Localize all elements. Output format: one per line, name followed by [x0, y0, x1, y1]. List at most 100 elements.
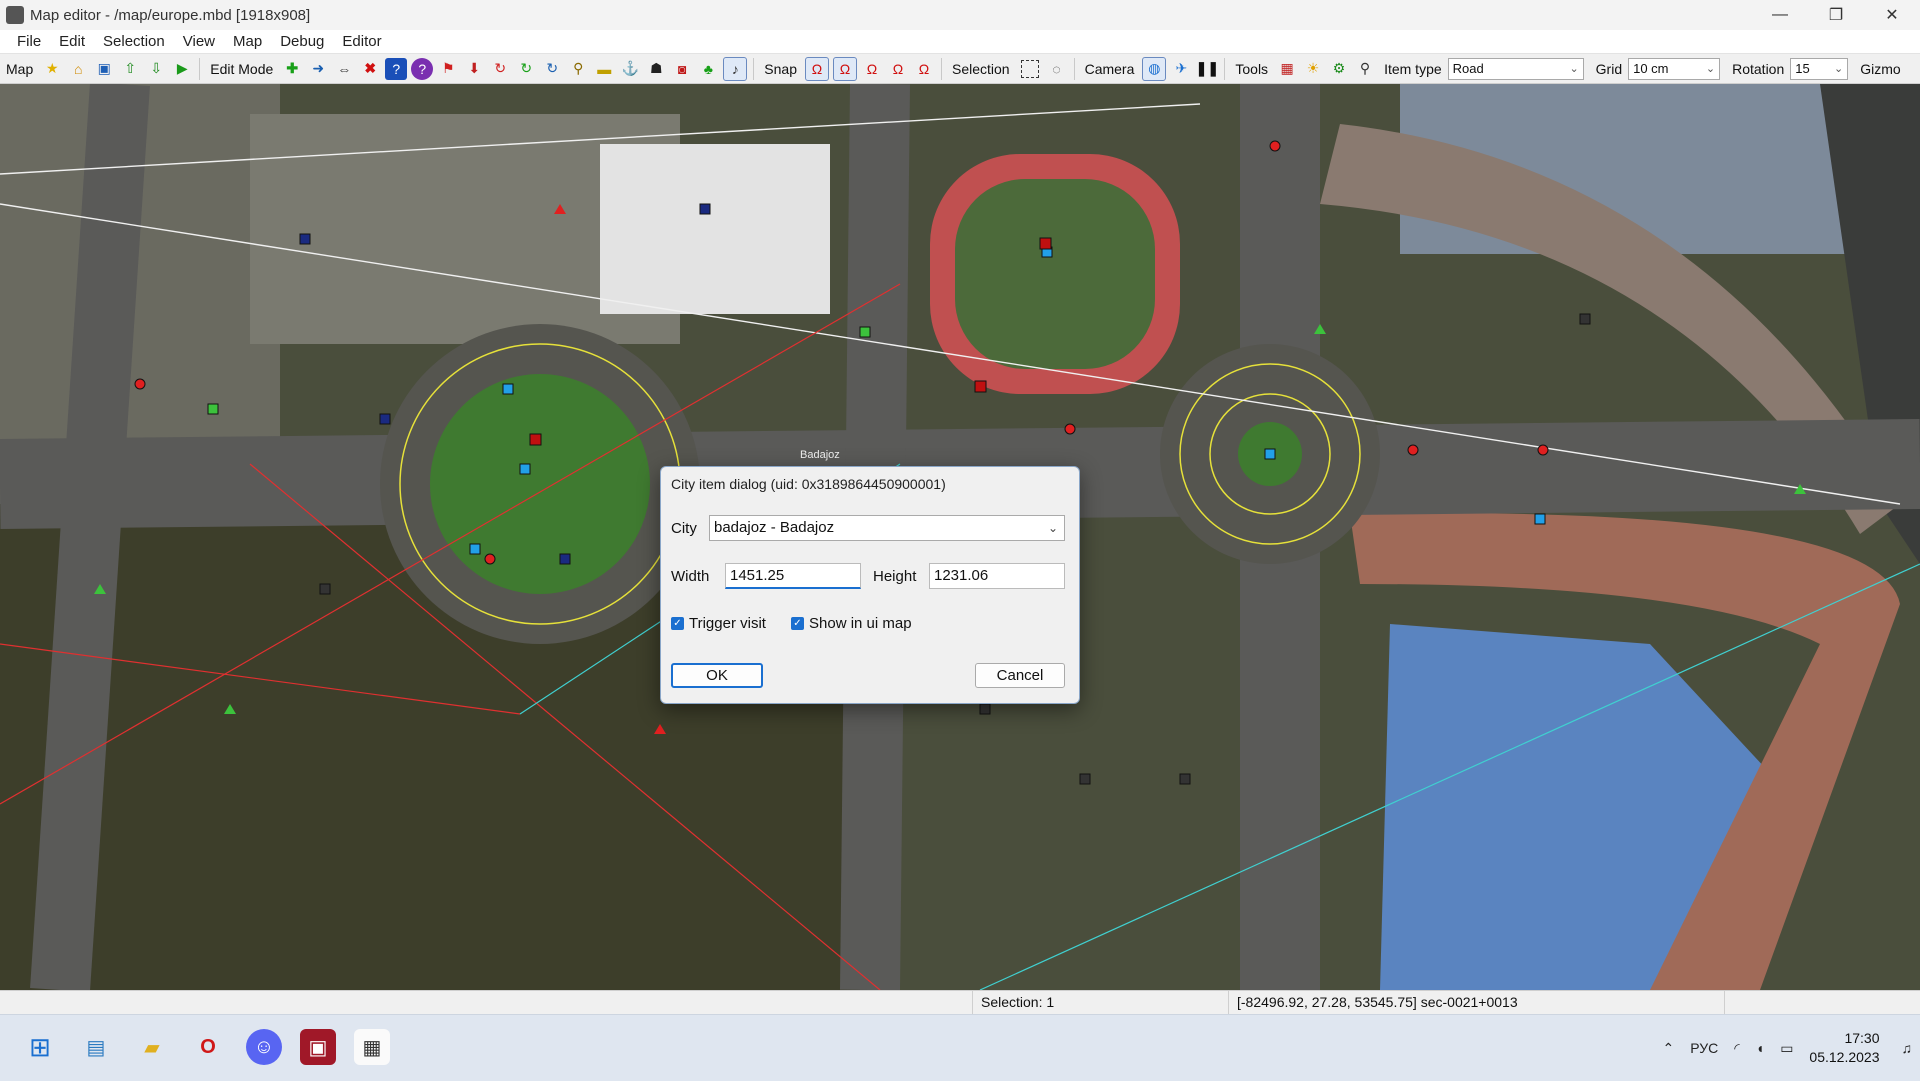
move-icon[interactable]: ⇔ [333, 58, 355, 80]
snap-2-icon[interactable]: Ω [832, 56, 857, 81]
folder-icon[interactable]: ▰ [134, 1029, 170, 1065]
save-icon[interactable]: ▣ [93, 58, 115, 80]
grid-label: Grid [1595, 60, 1623, 77]
arrow-right-icon[interactable]: ➜ [307, 58, 329, 80]
menu-selection[interactable]: Selection [94, 33, 174, 50]
menu-edit[interactable]: Edit [50, 33, 94, 50]
marker-icon[interactable]: ⬇ [463, 58, 485, 80]
anchor-icon[interactable]: ⚓ [619, 58, 641, 80]
title-bar: Map editor - /map/europe.mbd [1918x908] … [0, 0, 1920, 30]
menu-bar: File Edit Selection View Map Debug Edito… [0, 30, 1920, 54]
ok-button[interactable]: OK [671, 663, 763, 688]
language-indicator[interactable]: РУС [1690, 1040, 1718, 1056]
trigger-visit-checkbox[interactable]: ✓ Trigger visit [671, 615, 766, 632]
toolbar-divider [199, 57, 201, 80]
pin-icon[interactable]: ⚲ [567, 58, 589, 80]
edit-mode-label: Edit Mode [210, 60, 274, 77]
discord-icon[interactable]: ☺ [246, 1029, 282, 1065]
rotation-label: Rotation [1732, 60, 1785, 77]
menu-editor[interactable]: Editor [333, 33, 390, 50]
clock-date: 05.12.2023 [1809, 1049, 1880, 1065]
search-icon[interactable]: ⚲ [1354, 58, 1376, 80]
rotation-select[interactable]: 15 ⌄ [1790, 57, 1849, 80]
checkmark-icon: ✓ [671, 617, 684, 630]
sign-icon[interactable]: ▬ [593, 58, 615, 80]
tree-icon[interactable]: ♣ [697, 58, 719, 80]
toolbar-divider [940, 57, 942, 80]
status-empty [1724, 991, 1920, 1014]
chevron-down-icon: ⌄ [1705, 62, 1716, 75]
upload-icon[interactable]: ⇧ [119, 58, 141, 80]
house-icon[interactable]: ⌂ [67, 58, 89, 80]
width-field[interactable]: 1451.25 [725, 563, 861, 589]
start-icon[interactable]: ⊞ [22, 1029, 58, 1065]
flag-icon[interactable]: ⚑ [437, 58, 459, 80]
selection-label: Selection [951, 60, 1010, 77]
snap-5-icon[interactable]: Ω [913, 58, 935, 80]
grid-select[interactable]: 10 cm ⌄ [1628, 57, 1721, 80]
rotate-icon[interactable]: ↻ [489, 58, 511, 80]
status-coordinates: [-82496.92, 27.28, 53545.75] sec-0021+00… [1228, 991, 1727, 1014]
maximize-button[interactable]: ❐ [1808, 0, 1864, 30]
map-toolbar-label: Map [6, 60, 34, 77]
snap-1-icon[interactable]: Ω [804, 56, 829, 81]
close-button[interactable]: ✕ [1864, 0, 1920, 30]
transport-app-icon[interactable]: ▣ [300, 1029, 336, 1065]
menu-map[interactable]: Map [224, 33, 271, 50]
grid-value: 10 cm [1633, 61, 1669, 76]
menu-view[interactable]: View [174, 33, 224, 50]
window-title: Map editor - /map/europe.mbd [1918x908] [30, 6, 311, 24]
control-panel-icon[interactable]: ▤ [78, 1029, 114, 1065]
add-icon[interactable]: ✚ [281, 58, 303, 80]
download-icon[interactable]: ⇩ [145, 58, 167, 80]
lasso-icon[interactable]: ◌ [1046, 58, 1068, 80]
chevron-up-icon[interactable]: ⌃ [1663, 1040, 1675, 1057]
opera-icon[interactable]: O [190, 1029, 226, 1065]
delete-icon[interactable]: ✖ [359, 58, 381, 80]
notification-bell-icon[interactable]: ♫ [1902, 1040, 1913, 1056]
volume-icon[interactable]: ◖ [1756, 1040, 1764, 1056]
toolbar-divider [753, 57, 755, 80]
globe-icon[interactable]: ◍ [1142, 56, 1167, 81]
sound-icon[interactable]: ♪ [723, 56, 748, 81]
question-icon[interactable]: ? [411, 57, 434, 80]
track-field [955, 179, 1155, 369]
cancel-button[interactable]: Cancel [975, 663, 1065, 688]
bird-icon[interactable]: ✈ [1170, 58, 1192, 80]
minimize-button[interactable]: — [1752, 0, 1808, 30]
clock[interactable]: 17:30 05.12.2023 [1809, 1029, 1879, 1067]
palette-icon[interactable]: ▦ [1276, 58, 1298, 80]
dialog-title: City item dialog (uid: 0x318986445090000… [671, 476, 946, 492]
car-icon[interactable]: ◙ [671, 58, 693, 80]
map-editor-icon[interactable]: ▦ [354, 1029, 390, 1065]
pause-icon[interactable]: ❚❚ [1196, 58, 1219, 80]
snap-label: Snap [764, 60, 797, 77]
clock-time: 17:30 [1844, 1030, 1880, 1046]
help-icon[interactable]: ? [385, 57, 408, 80]
battery-icon[interactable]: ▭ [1780, 1040, 1793, 1057]
rect-select-icon[interactable] [1020, 59, 1039, 78]
tools-label: Tools [1235, 60, 1269, 77]
city-label: City [671, 520, 697, 537]
item-type-select[interactable]: Road ⌄ [1447, 57, 1584, 80]
refresh-icon[interactable]: ↻ [515, 58, 537, 80]
toolbar: Map ★ ⌂ ▣ ⇧ ⇩ ▶ Edit Mode ✚ ➜ ⇔ ✖ ? ? ⚑ … [0, 54, 1920, 84]
show-in-ui-map-checkbox[interactable]: ✓ Show in ui map [791, 615, 912, 632]
menu-debug[interactable]: Debug [271, 33, 333, 50]
chevron-down-icon: ⌄ [1569, 62, 1579, 75]
height-field[interactable]: 1231.06 [929, 563, 1065, 589]
height-label: Height [873, 568, 917, 585]
gear-icon[interactable]: ⚙ [1328, 58, 1350, 80]
people-icon[interactable]: ☗ [645, 58, 667, 80]
show-in-ui-map-label: Show in ui map [809, 615, 912, 632]
snap-3-icon[interactable]: Ω [861, 58, 883, 80]
snap-4-icon[interactable]: Ω [887, 58, 909, 80]
city-select[interactable]: badajoz - Badajoz ⌄ [709, 515, 1065, 541]
sun-icon[interactable]: ☀ [1302, 58, 1324, 80]
toolbar-divider [1224, 57, 1226, 80]
wifi-icon[interactable]: ◜ [1734, 1040, 1739, 1057]
play-icon[interactable]: ▶ [171, 58, 193, 80]
redo-icon[interactable]: ↻ [541, 58, 563, 80]
menu-file[interactable]: File [8, 33, 50, 50]
star-icon[interactable]: ★ [41, 58, 63, 80]
